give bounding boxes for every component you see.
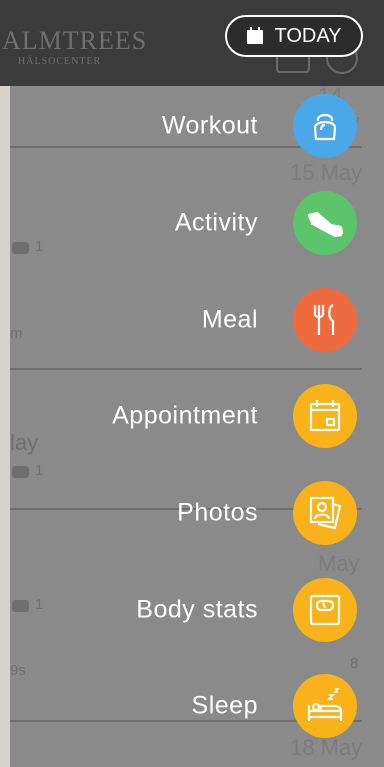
menu-label: Workout <box>161 111 258 140</box>
bed-icon[interactable] <box>293 674 357 738</box>
menu-label: Activity <box>174 208 258 237</box>
menu-label: Meal <box>201 305 258 334</box>
calendar-icon <box>246 27 264 45</box>
menu-label: Photos <box>177 498 258 527</box>
photos-icon[interactable] <box>293 481 357 545</box>
brand-subtitle: HÄLSOCENTER <box>18 56 102 67</box>
today-button[interactable]: TODAY <box>225 15 363 57</box>
menu-item-workout[interactable]: Workout <box>0 88 384 164</box>
today-label: TODAY <box>274 24 342 47</box>
brand-logo-text: ALMTREES <box>2 26 148 55</box>
fork-knife-icon[interactable] <box>293 288 357 352</box>
divider <box>10 368 362 370</box>
menu-item-activity[interactable]: Activity <box>0 185 384 261</box>
menu-label: Body stats <box>136 595 258 624</box>
menu-item-photos[interactable]: Photos <box>0 475 384 551</box>
menu-item-body-stats[interactable]: Body stats <box>0 572 384 648</box>
calendar-icon[interactable] <box>293 384 357 448</box>
menu-item-sleep[interactable]: Sleep <box>0 668 384 744</box>
scale-icon[interactable] <box>293 578 357 642</box>
menu-label: Sleep <box>191 691 258 720</box>
menu-label: Appointment <box>112 401 258 430</box>
menu-item-appointment[interactable]: Appointment <box>0 378 384 454</box>
kettlebell-icon[interactable] <box>293 94 357 158</box>
sneaker-icon[interactable] <box>293 191 357 255</box>
menu-item-meal[interactable]: Meal <box>0 282 384 358</box>
